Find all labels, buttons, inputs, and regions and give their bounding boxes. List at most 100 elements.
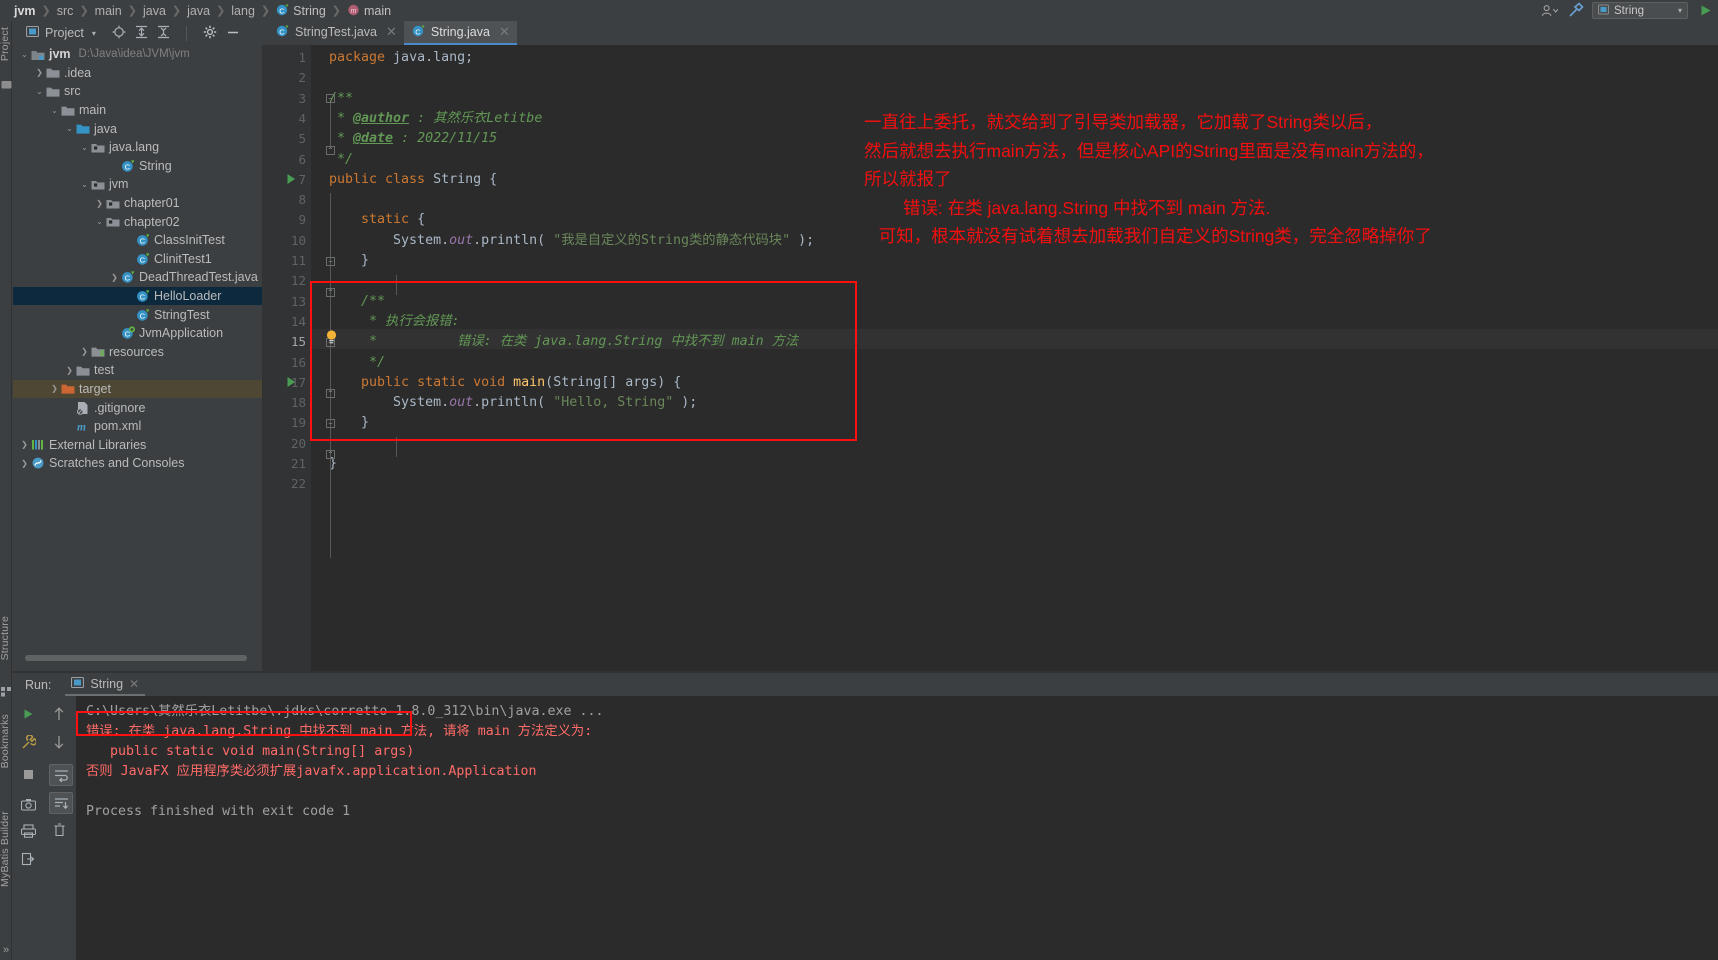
tab-string-java[interactable]: C String.java ✕: [404, 21, 517, 45]
svg-text:C: C: [124, 274, 130, 283]
tree-node-string[interactable]: CString: [13, 157, 262, 176]
fold-marker[interactable]: ⌃: [326, 146, 335, 155]
gutter-run-icon[interactable]: [286, 376, 296, 388]
rail-tab-bookmarks[interactable]: Bookmarks: [0, 714, 12, 768]
svg-text:C: C: [139, 255, 145, 264]
breadcrumb-item-java2[interactable]: java: [185, 4, 212, 18]
tree-node--idea[interactable]: ❯.idea: [13, 64, 262, 83]
tree-node-java-lang[interactable]: ⌄java.lang: [13, 138, 262, 157]
console-output[interactable]: C:\Users\其然乐衣Letitbe\.jdks\corretto-1.8.…: [76, 696, 1718, 960]
camera-icon[interactable]: [18, 794, 38, 814]
tree-expand-arrow[interactable]: ❯: [19, 440, 30, 449]
print-icon[interactable]: [18, 821, 38, 841]
arrow-down-icon[interactable]: [49, 732, 69, 752]
tree-node-clinittest1[interactable]: CClinitTest1: [13, 250, 262, 269]
export-icon[interactable]: [18, 849, 38, 869]
tree-node-jvm[interactable]: ⌄jvm: [13, 175, 262, 194]
expand-rail-icon[interactable]: »: [3, 944, 9, 956]
expand-all-icon[interactable]: [135, 25, 148, 42]
scroll-to-end-icon[interactable]: [49, 792, 73, 814]
tree-expand-arrow[interactable]: ⌄: [34, 87, 45, 96]
close-icon[interactable]: ✕: [499, 24, 510, 40]
wrench-icon[interactable]: [18, 732, 38, 752]
annotation-line: 一直往上委托，就交给到了引导类加载器，它加载了String类以后，: [864, 108, 1434, 137]
line-number: 1: [298, 48, 306, 68]
tree-node--gitignore[interactable]: .gitignore: [13, 398, 262, 417]
tree-expand-arrow[interactable]: ❯: [79, 347, 90, 356]
soft-wrap-icon[interactable]: [49, 764, 73, 786]
tree-expand-arrow[interactable]: ⌄: [94, 217, 105, 226]
run-icon[interactable]: [1696, 2, 1714, 20]
breadcrumb-item-main-method[interactable]: m main: [345, 3, 393, 19]
tree-expand-arrow[interactable]: ⌄: [64, 124, 75, 133]
tree-node-stringtest[interactable]: CStringTest: [13, 305, 262, 324]
minimize-icon[interactable]: [226, 25, 240, 42]
breadcrumb-item-src[interactable]: src: [55, 4, 76, 18]
tree-expand-arrow[interactable]: ❯: [94, 199, 105, 208]
tree-expand-arrow[interactable]: ⌄: [79, 180, 90, 189]
tree-node-helloloader[interactable]: CHelloLoader: [13, 287, 262, 306]
tree-expand-arrow[interactable]: ❯: [34, 68, 45, 77]
tree-expand-arrow[interactable]: ❯: [109, 273, 120, 282]
tree-expand-arrow[interactable]: ⌄: [49, 106, 60, 115]
tree-horizontal-scrollbar[interactable]: [13, 655, 262, 663]
fold-marker[interactable]: −: [326, 257, 335, 266]
tree-node-chapter01[interactable]: ❯chapter01: [13, 194, 262, 213]
breadcrumb-item-jvm[interactable]: jvm: [8, 4, 38, 18]
tree-expand-arrow[interactable]: ❯: [49, 384, 60, 393]
rerun-button[interactable]: [18, 704, 38, 724]
gutter-run-icon[interactable]: [286, 173, 296, 185]
collapse-all-icon[interactable]: [157, 25, 170, 42]
breadcrumb-item-main[interactable]: main: [93, 4, 124, 18]
run-configuration-selector[interactable]: String ▾: [1592, 2, 1688, 19]
fold-marker[interactable]: −: [326, 94, 335, 103]
fold-marker[interactable]: ⌃: [326, 389, 335, 398]
tree-node-scratches-and-consoles[interactable]: ❯ Scratches and Consoles: [13, 454, 262, 473]
tab-stringtest-java[interactable]: C StringTest.java ✕: [268, 21, 404, 45]
tree-node-jvm[interactable]: ⌄jvmD:\Java\idea\JVM\jvm: [13, 45, 262, 64]
breadcrumb-item-java[interactable]: java: [141, 4, 168, 18]
arrow-up-icon[interactable]: [49, 704, 69, 724]
tree-node-jvmapplication[interactable]: CJvmApplication: [13, 324, 262, 343]
hammer-icon[interactable]: [1566, 2, 1584, 20]
stop-button[interactable]: [18, 764, 38, 784]
tree-expand-arrow[interactable]: ⌄: [79, 143, 90, 152]
run-tab-string[interactable]: String ✕: [65, 673, 145, 696]
tree-node-classinittest[interactable]: CClassInitTest: [13, 231, 262, 250]
project-tree[interactable]: ⌄jvmD:\Java\idea\JVM\jvm❯.idea⌄src⌄main⌄…: [13, 45, 262, 665]
trash-icon[interactable]: [49, 820, 69, 840]
close-icon[interactable]: ✕: [129, 677, 139, 691]
tree-node-src[interactable]: ⌄src: [13, 82, 262, 101]
tree-node-chapter02[interactable]: ⌄chapter02: [13, 212, 262, 231]
gear-icon[interactable]: [203, 25, 217, 42]
tree-node-pom-xml[interactable]: mpom.xml: [13, 417, 262, 436]
rail-tab-mybatis[interactable]: MyBatis Builder: [0, 811, 12, 887]
rail-tab-structure[interactable]: Structure: [0, 616, 12, 660]
fold-line: [330, 103, 331, 146]
tree-node-external-libraries[interactable]: ❯External Libraries: [13, 435, 262, 454]
tree-expand-arrow[interactable]: ❯: [19, 459, 30, 468]
fold-marker[interactable]: −: [326, 419, 335, 428]
tree-node-main[interactable]: ⌄main: [13, 101, 262, 120]
line-number: 13: [291, 292, 306, 312]
rail-tab-project[interactable]: Project: [0, 27, 12, 61]
close-icon[interactable]: ✕: [386, 24, 397, 40]
code-editor[interactable]: 12345678910111213141516171819202122 pack…: [263, 45, 1718, 673]
tree-node-resources[interactable]: ❯resources: [13, 343, 262, 362]
crosshair-icon[interactable]: [112, 25, 126, 42]
breadcrumb-item-string[interactable]: C String: [274, 3, 328, 19]
user-icon[interactable]: [1540, 2, 1558, 20]
tree-node-label: Scratches and Consoles: [49, 456, 185, 470]
tree-node-deadthreadtest-java[interactable]: ❯CDeadThreadTest.java: [13, 268, 262, 287]
tree-expand-arrow[interactable]: ⌄: [19, 50, 30, 59]
tree-expand-arrow[interactable]: ❯: [64, 366, 75, 375]
chevron-down-icon[interactable]: ▾: [92, 29, 96, 38]
breadcrumb-item-lang[interactable]: lang: [229, 4, 257, 18]
fold-marker[interactable]: ⌃: [326, 450, 335, 459]
tree-node-java[interactable]: ⌄java: [13, 119, 262, 138]
code-line: * 执行会报错:: [329, 312, 460, 332]
intention-bulb-icon[interactable]: [325, 329, 338, 344]
tree-node-target[interactable]: ❯target: [13, 380, 262, 399]
fold-marker[interactable]: ⌃: [326, 288, 335, 297]
tree-node-test[interactable]: ❯test: [13, 361, 262, 380]
